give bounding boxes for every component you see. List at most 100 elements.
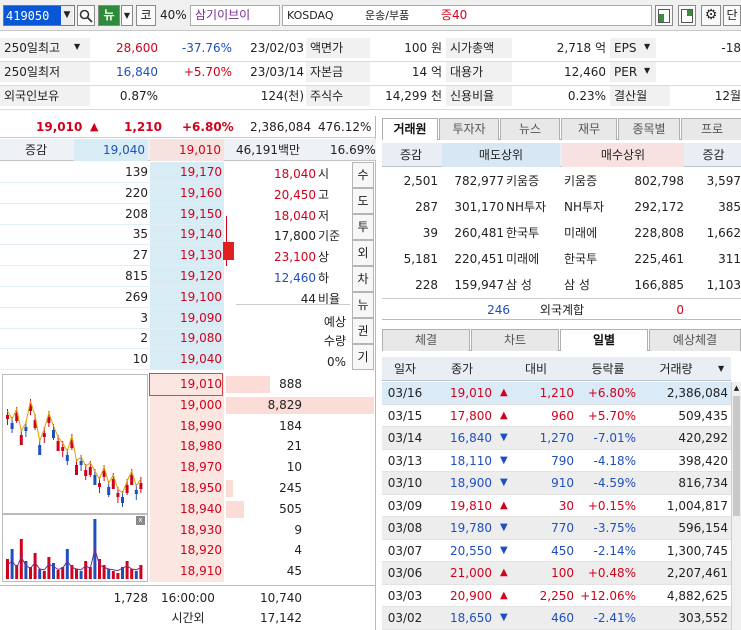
broker-row[interactable]: 287 301,170 NH투자 NH투자 292,172 385 (382, 194, 741, 220)
ask-row[interactable]: 208 19,150 (0, 204, 224, 225)
amount-pct: 16.69% (330, 143, 376, 157)
side-tab[interactable]: 뉴 (352, 292, 374, 318)
daily-tab[interactable]: 일별 (560, 329, 648, 351)
ask-price: 19,150 (180, 206, 222, 221)
bid-row[interactable]: 18,910 45 (0, 561, 376, 582)
per-dropdown-icon-b[interactable]: ▼ (644, 66, 650, 75)
daily-tab[interactable]: 예상체결 (649, 329, 741, 351)
broker-row[interactable]: 5,181 220,451 미래에 한국투 225,461 311 (382, 246, 741, 272)
daily-row[interactable]: 03/10 18,900 ▼ 910 -4.59% 816,734 (382, 472, 731, 495)
buy-volume: 292,172 (634, 200, 684, 214)
daily-row[interactable]: 03/09 19,810 ▲ 30 +0.15% 1,004,817 (382, 495, 731, 517)
daily-row[interactable]: 03/15 17,800 ▲ 960 +5.70% 509,435 (382, 405, 731, 427)
eps-dropdown-icon[interactable]: ▼ (644, 42, 650, 51)
daily-row[interactable]: 03/16 19,010 ▲ 1,210 +6.80% 2,386,084 (382, 382, 731, 405)
summary-label: 시 (318, 167, 330, 181)
daily-tab[interactable]: 차트 (471, 329, 559, 351)
broker-tab[interactable]: 종목별 (618, 118, 680, 140)
bid-row[interactable]: 18,930 9 (0, 520, 376, 541)
broker-tab[interactable]: 재무 (561, 118, 617, 140)
daily-scrollbar[interactable]: ▲ (731, 382, 741, 630)
ask-row[interactable]: 35 19,140 (0, 224, 224, 246)
ask-row[interactable]: 220 19,160 (0, 183, 224, 204)
daily-date: 03/03 (387, 588, 423, 603)
sector-label: 운송/부품 (365, 9, 410, 22)
side-tab[interactable]: 권 (352, 318, 374, 344)
broker-row[interactable]: 39 260,481 한국투 미래에 228,808 1,662 (382, 220, 741, 246)
ask-row[interactable]: 2 19,080 (0, 328, 224, 350)
stock-code-box[interactable]: ▼ (3, 5, 75, 26)
daily-row[interactable]: 03/02 18,650 ▼ 460 -2.41% 303,552 (382, 607, 731, 630)
info-label: 액면가 (306, 38, 370, 58)
after-hours-value: 17,142 (260, 611, 302, 625)
side-tab[interactable]: 투 (352, 214, 374, 240)
search-button[interactable] (77, 5, 95, 26)
bid-row[interactable]: 18,940 505 (0, 499, 376, 520)
stock-code-input[interactable] (4, 6, 62, 25)
daily-close: 18,650 (450, 611, 492, 625)
side-tab[interactable]: 수 (352, 162, 374, 188)
daily-row[interactable]: 03/13 18,110 ▼ 790 -4.18% 398,420 (382, 450, 731, 472)
daily-date: 03/15 (387, 408, 423, 423)
side-tab[interactable]: 기 (352, 344, 374, 370)
high-250-value: 28,600 (116, 41, 158, 55)
broker-tab[interactable]: 프로 (681, 118, 741, 140)
bid-row[interactable]: 19,010 888 (0, 373, 376, 396)
daily-date: 03/09 (387, 498, 423, 513)
market-button[interactable]: 코 (136, 5, 156, 26)
bid-price: 19,010 (149, 373, 223, 396)
bid-row[interactable]: 18,990 184 (0, 416, 376, 437)
order-book: 19,010 ▲ 1,210 +6.80% 2,386,084 476.12% … (0, 116, 376, 630)
daily-row[interactable]: 03/03 20,900 ▲ 2,250 +12.06% 4,882,625 (382, 585, 731, 607)
up-arrow-icon: ▲ (500, 409, 508, 421)
bid-row[interactable]: 19,000 8,829 (0, 395, 376, 416)
side-tab[interactable]: 외 (352, 240, 374, 266)
foreign-label: 외국계합 (539, 303, 585, 317)
broker-row[interactable]: 228 159,947 삼 성 삼 성 166,885 1,103 (382, 272, 741, 298)
layout-icon-2[interactable] (678, 5, 696, 26)
day-range-body (223, 242, 234, 260)
daily-diff: 460 (551, 611, 574, 625)
code-dropdown-icon[interactable]: ▼ (61, 6, 73, 25)
daily-diff: 2,250 (539, 588, 574, 603)
ask-row[interactable]: 269 19,100 (0, 287, 224, 308)
scroll-up-icon[interactable]: ▲ (732, 382, 741, 394)
broker-col-sell: 매도상위 (442, 143, 560, 167)
ask-row[interactable]: 10 19,040 (0, 349, 224, 371)
broker-row[interactable]: 2,501 782,977 키움증 키움증 802,798 3,597 (382, 168, 741, 194)
ask-row[interactable]: 139 19,170 (0, 162, 224, 183)
daily-row[interactable]: 03/08 19,780 ▼ 770 -3.75% 596,154 (382, 517, 731, 540)
daily-tab[interactable]: 체결 (382, 329, 470, 351)
side-tab[interactable]: 도 (352, 188, 374, 214)
layout-icon-1[interactable] (655, 5, 673, 26)
broker-tab[interactable]: 거래원 (382, 118, 438, 140)
news-button[interactable]: 뉴 (98, 5, 120, 26)
broker-tab[interactable]: 투자자 (439, 118, 499, 140)
ask-qty: 815 (125, 269, 148, 283)
daily-row[interactable]: 03/14 16,840 ▼ 1,270 -7.01% 420,292 (382, 427, 731, 450)
bid-row[interactable]: 18,920 4 (0, 540, 376, 561)
ask-row[interactable]: 27 19,130 (0, 245, 224, 267)
volume-dropdown-icon[interactable]: ▼ (718, 357, 724, 381)
gear-icon[interactable]: ⚙ (701, 5, 721, 26)
daily-row[interactable]: 03/07 20,550 ▼ 450 -2.14% 1,300,745 (382, 540, 731, 562)
broker-col-buy: 매수상위 (562, 143, 684, 167)
news-dropdown-icon[interactable]: ▼ (121, 5, 133, 26)
broker-tab[interactable]: 뉴스 (500, 118, 560, 140)
info-dropdown-icon[interactable]: ▼ (74, 42, 80, 51)
bid-row[interactable]: 18,950 245 (0, 478, 376, 499)
sell-broker: NH투자 (506, 200, 547, 214)
bid-row[interactable]: 18,970 10 (0, 457, 376, 478)
margin-tag: 증40 (441, 8, 468, 22)
scroll-thumb[interactable] (733, 396, 740, 516)
stock-name: 삼기이브이 (190, 5, 280, 26)
side-tab[interactable]: 차 (352, 266, 374, 292)
ask-row[interactable]: 3 19,090 (0, 308, 224, 329)
ask-row[interactable]: 815 19,120 (0, 266, 224, 287)
daily-diff: 30 (558, 498, 574, 513)
extra-button[interactable]: 단 (723, 5, 741, 26)
daily-diff: 770 (551, 521, 574, 535)
daily-row[interactable]: 03/06 21,000 ▲ 100 +0.48% 2,207,461 (382, 562, 731, 585)
bid-row[interactable]: 18,980 21 (0, 436, 376, 457)
sell-change: 287 (415, 200, 438, 214)
